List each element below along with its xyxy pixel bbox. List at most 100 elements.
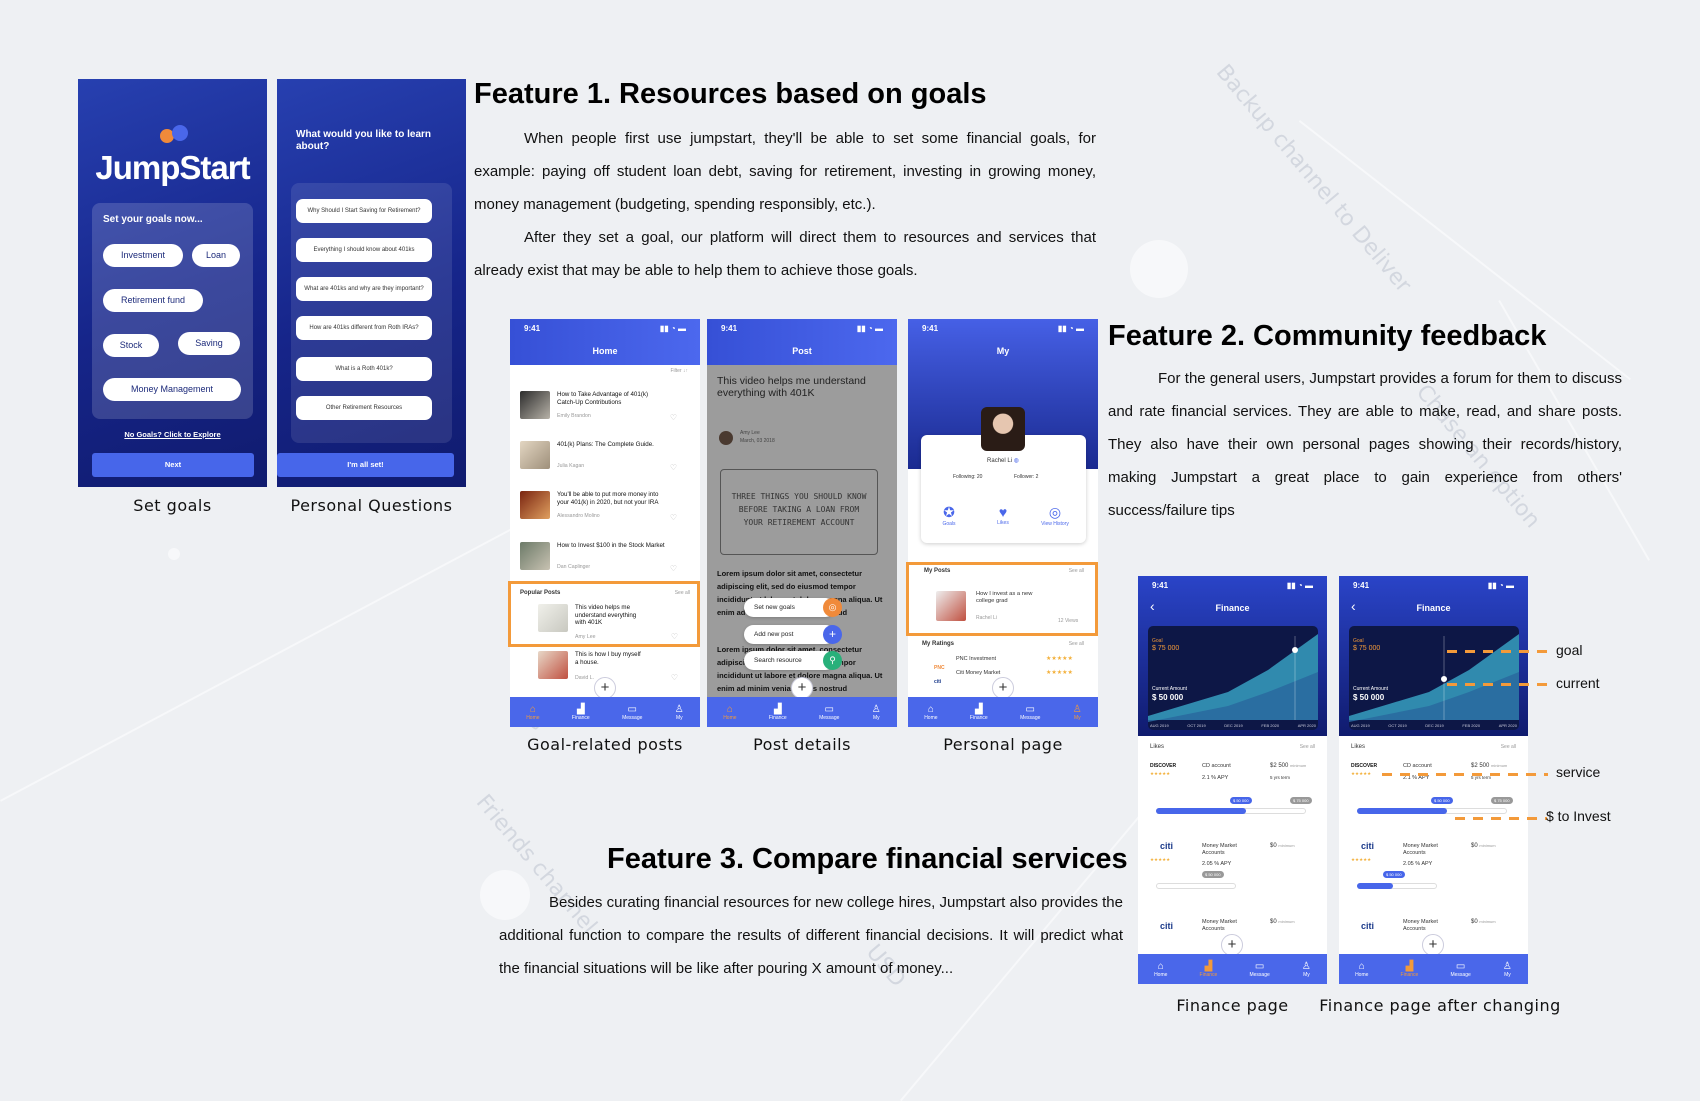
heart-icon[interactable]: ♡: [670, 413, 677, 422]
status-icons: ▮▮ ◔ ▬: [1487, 581, 1514, 590]
caption-post-details: Post details: [753, 735, 851, 754]
menu-add-new-post[interactable]: Add new post: [744, 625, 835, 644]
question-item[interactable]: What is a Roth 401k?: [296, 357, 432, 381]
caption-goal-posts: Goal-related posts: [527, 735, 683, 754]
tab-likes[interactable]: ♥ Likes: [992, 504, 1014, 526]
nav-finance[interactable]: ▟ Finance: [572, 704, 590, 721]
invest-annotation-line: [1455, 817, 1547, 820]
explore-link[interactable]: No Goals? Click to Explore: [78, 430, 267, 439]
list-item[interactable]: 401(k) Plans: The Complete Guide. Julia …: [520, 441, 677, 479]
service-card[interactable]: DISCOVER ★★★★★ CD account 2.1 % APY $2 5…: [1150, 761, 1320, 821]
see-all-link[interactable]: See all: [1501, 744, 1516, 750]
nav-my[interactable]: ♙ My: [1503, 961, 1512, 978]
nav-message[interactable]: ▭ Message: [622, 704, 642, 721]
invest-amount-badge: $ 50 000: [1431, 797, 1453, 804]
heart-icon[interactable]: ♡: [671, 673, 678, 682]
list-item[interactable]: How to Take Advantage of 401(k) Catch-Up…: [520, 391, 677, 429]
tab-view-history[interactable]: ◎ View History: [1041, 504, 1069, 527]
close-icon[interactable]: +: [791, 677, 813, 699]
nav-finance[interactable]: ▟ Finance: [970, 704, 988, 721]
citi-logo: citi: [1160, 921, 1174, 931]
nav-home[interactable]: ⌂ Home: [1355, 961, 1368, 978]
nav-finance[interactable]: ▟ Finance: [769, 704, 787, 721]
phone-home: 9:41 ▮▮ ◔ ▬ Home Filter ↓↑ How to Take Ad…: [510, 319, 700, 727]
nav-my[interactable]: ♙ My: [872, 704, 881, 721]
heart-icon[interactable]: ♡: [670, 564, 677, 573]
question-item[interactable]: Other Retirement Resources: [296, 396, 432, 420]
goal-saving[interactable]: Saving: [178, 332, 240, 355]
add-icon[interactable]: +: [1221, 934, 1243, 956]
invest-slider-track[interactable]: [1156, 883, 1236, 889]
nav-my[interactable]: ♙ My: [1073, 704, 1082, 721]
menu-search-resource[interactable]: Search resource: [744, 651, 835, 670]
caption-personal-questions: Personal Questions: [290, 496, 453, 515]
question-item[interactable]: How are 401ks different from Roth IRAs?: [296, 316, 432, 340]
search-icon[interactable]: ⚲: [823, 651, 842, 670]
plus-icon[interactable]: +: [823, 625, 842, 644]
video-player[interactable]: THREE THINGS YOU SHOULD KNOW BEFORE TAKI…: [720, 469, 878, 555]
all-set-button[interactable]: I'm all set!: [277, 453, 454, 477]
phone-post-details: 9:41 ▮▮ ◔ ▬ Post This video helps me unde…: [707, 319, 897, 727]
service-min: $2 500 minimum: [1471, 763, 1508, 769]
nav-home[interactable]: ⌂ Home: [1154, 961, 1167, 978]
nav-home[interactable]: ⌂ Home: [924, 704, 937, 721]
goal-money-management[interactable]: Money Management: [103, 378, 241, 401]
list-item[interactable]: How to Invest $100 in the Stock Market D…: [520, 542, 677, 580]
sort-icon: ↓↑: [683, 368, 688, 374]
chart-x-axis: AUG 2019 OCT 2019 DEC 2019 FEB 2020 APR 2020: [1150, 723, 1316, 728]
rating-row[interactable]: PNC PNC Investment ★★★★★: [934, 656, 1084, 671]
goal-icon[interactable]: ◎: [823, 598, 842, 617]
heart-icon[interactable]: ♡: [670, 463, 677, 472]
nav-message[interactable]: ▭ Message: [1450, 961, 1470, 978]
nav-home[interactable]: ⌂ Home: [723, 704, 736, 721]
annotation-goal: goal: [1556, 642, 1583, 658]
menu-set-new-goals[interactable]: Set new goals: [744, 598, 835, 617]
nav-finance[interactable]: ▟ Finance: [1401, 961, 1419, 978]
see-all-link[interactable]: See all: [1069, 641, 1084, 647]
question-item[interactable]: What are 401ks and why are they importan…: [296, 277, 432, 301]
tab-goals[interactable]: ✪ Goals: [938, 504, 960, 527]
nav-message[interactable]: ▭ Message: [819, 704, 839, 721]
post-date: March, 03 2018: [740, 438, 775, 444]
nav-my[interactable]: ♙ My: [1302, 961, 1311, 978]
star-rating: ★★★★★: [1351, 771, 1372, 776]
max-amount-badge: $ 75 000: [1290, 797, 1312, 804]
service-card[interactable]: citi ★★★★★ Money Market Accounts 2.05 % …: [1351, 841, 1521, 901]
goal-loan[interactable]: Loan: [192, 244, 240, 267]
nav-home[interactable]: ⌂ Home: [526, 704, 539, 721]
invest-amount-badge: $ 50 000: [1383, 871, 1405, 878]
goal-investment[interactable]: Investment: [103, 244, 183, 267]
service-rate: 2.05 % APY: [1202, 861, 1232, 867]
next-button[interactable]: Next: [92, 453, 254, 477]
discover-logo: DISCOVER: [1150, 763, 1177, 769]
follower-count[interactable]: Follower: 2: [1014, 474, 1038, 480]
filter-button[interactable]: Filter ↓↑: [670, 368, 688, 374]
question-item[interactable]: Why Should I Start Saving for Retirement…: [296, 199, 432, 223]
nav-my[interactable]: ♙ My: [675, 704, 684, 721]
home-title: Home: [592, 346, 618, 356]
goal-marker[interactable]: [1441, 676, 1447, 682]
service-card[interactable]: DISCOVER ★★★★★ CD account 2.1 % APY $2 5…: [1351, 761, 1521, 821]
following-count[interactable]: Following: 20: [953, 474, 982, 480]
status-icons: ▮▮ ◔ ▬: [1057, 324, 1084, 333]
goal-marker[interactable]: [1292, 647, 1298, 653]
add-icon[interactable]: +: [594, 677, 616, 699]
heart-icon[interactable]: ♡: [670, 513, 677, 522]
list-item[interactable]: You'll be able to put more money into yo…: [520, 491, 677, 529]
add-icon[interactable]: +: [992, 677, 1014, 699]
goal-retirement-fund[interactable]: Retirement fund: [103, 289, 203, 312]
feature2-paragraph-1: For the general users, Jumpstart provide…: [1108, 370, 1622, 519]
chart-area: [1148, 626, 1318, 730]
nav-finance[interactable]: ▟ Finance: [1200, 961, 1218, 978]
home-icon: ⌂: [529, 703, 536, 715]
question-item[interactable]: Everything I should know about 401ks: [296, 238, 432, 262]
service-card[interactable]: citi ★★★★★ Money Market Accounts 2.05 % …: [1150, 841, 1320, 901]
add-icon[interactable]: +: [1422, 934, 1444, 956]
nav-message[interactable]: ▭ Message: [1020, 704, 1040, 721]
goal-stock[interactable]: Stock: [103, 334, 159, 357]
nav-message[interactable]: ▭ Message: [1249, 961, 1269, 978]
see-all-link[interactable]: See all: [1300, 744, 1315, 750]
citi-logo: citi: [1160, 841, 1174, 851]
heart-icon: ♥: [998, 504, 1008, 520]
star-rating: ★★★★★: [1046, 670, 1073, 676]
